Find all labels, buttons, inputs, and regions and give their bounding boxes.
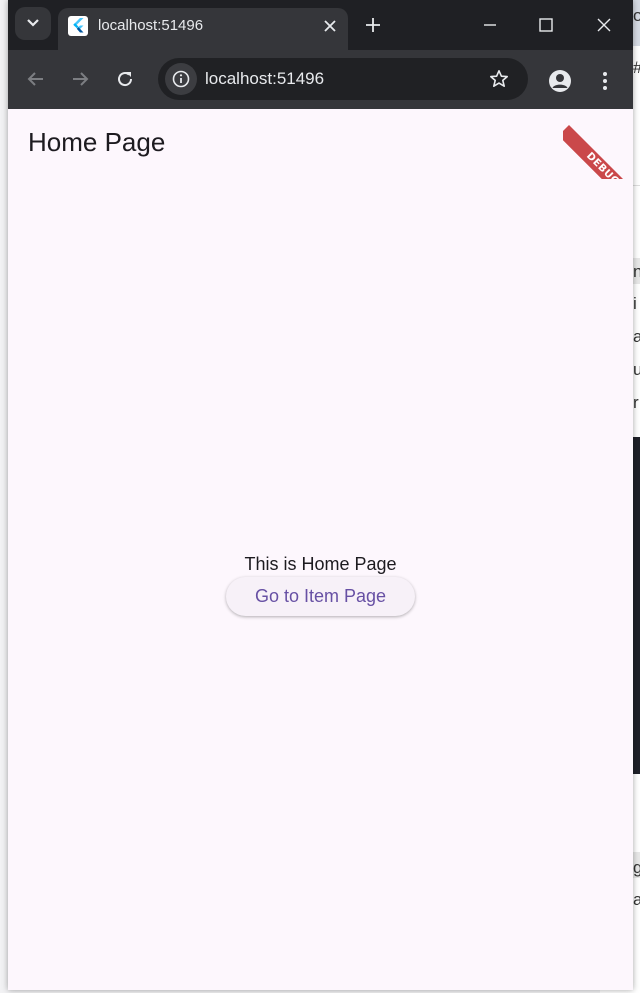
plus-icon[interactable] <box>360 12 386 38</box>
back-arrow-icon[interactable] <box>21 64 51 94</box>
reload-icon[interactable] <box>110 64 140 94</box>
center-column: This is Home Page Go to Item Page <box>8 552 633 616</box>
maximize-icon[interactable] <box>531 10 561 40</box>
browser-tab[interactable]: localhost:51496 <box>58 8 348 50</box>
app-content: Home Page This is Home Page Go to Item P… <box>8 109 633 990</box>
page-title: Home Page <box>28 127 166 157</box>
background-dark-panel <box>632 437 640 774</box>
go-to-item-page-button[interactable]: Go to Item Page <box>225 577 416 616</box>
address-bar[interactable]: localhost:51496 <box>158 58 528 100</box>
flutter-favicon-icon <box>68 16 88 36</box>
background-text-fragment: u <box>633 360 640 379</box>
minimize-icon[interactable] <box>475 10 505 40</box>
browser-toolbar: localhost:51496 <box>8 50 633 109</box>
close-icon[interactable] <box>318 14 342 38</box>
background-text-fragment: o <box>633 6 640 25</box>
background-text-fragment: n <box>633 262 640 281</box>
background-text-fragment: # <box>633 58 640 78</box>
star-icon[interactable] <box>484 64 514 94</box>
more-vert-icon[interactable] <box>592 66 618 96</box>
background-text-fragment: a <box>633 890 640 909</box>
home-page-text: This is Home Page <box>244 554 397 574</box>
tab-bar: localhost:51496 <box>8 0 633 50</box>
background-text-fragment: a <box>633 327 640 346</box>
debug-banner-label: DEBUG <box>563 125 633 179</box>
tab-title: localhost:51496 <box>98 17 204 34</box>
forward-arrow-icon[interactable] <box>65 64 95 94</box>
background-text-fragment: r <box>633 393 639 412</box>
background-text-fragment: i <box>633 294 637 313</box>
address-text: localhost:51496 <box>205 69 325 88</box>
site-info-icon[interactable] <box>165 63 197 95</box>
profile-icon[interactable] <box>545 66 575 96</box>
window-close-icon[interactable] <box>589 10 619 40</box>
browser-window: localhost:51496 localhost:51496 Home Pag… <box>8 0 633 990</box>
debug-banner: DEBUG <box>563 109 633 179</box>
tab-list-button[interactable] <box>15 7 51 40</box>
tab-list-icon <box>26 15 40 33</box>
background-text-fragment: g <box>633 858 640 877</box>
